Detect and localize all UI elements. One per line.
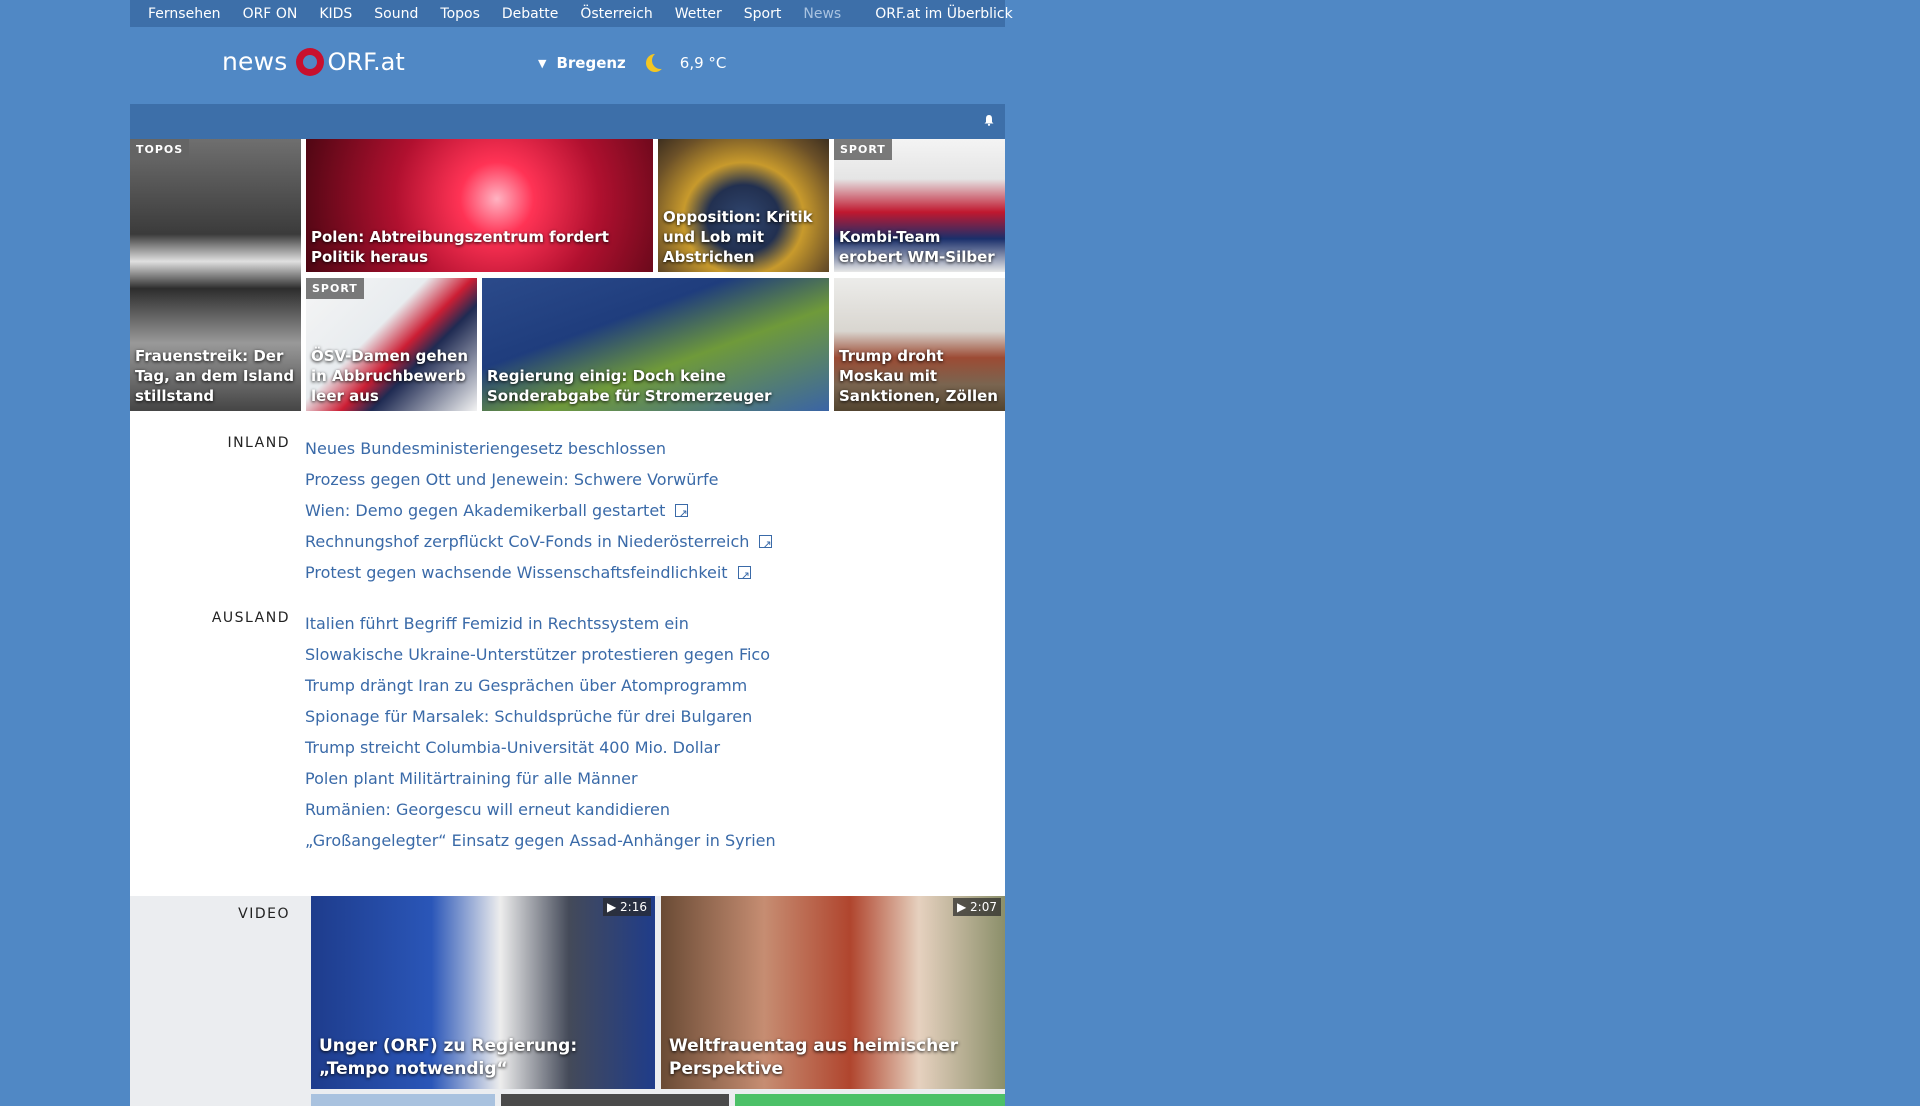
- section-inland: INLAND Neues Bundesministeriengesetz bes…: [130, 433, 1005, 591]
- nav-sport[interactable]: Sport: [744, 6, 782, 22]
- story-tile[interactable]: Opposition: Kritik und Lob mit Abstriche…: [658, 139, 829, 272]
- story-tile[interactable]: SPORT Kombi-Team erobert WM-Silber: [834, 139, 1005, 272]
- headlines-area: INLAND Neues Bundesministeriengesetz bes…: [130, 411, 1005, 896]
- headline-link[interactable]: Neues Bundesministeriengesetz beschlosse…: [305, 433, 772, 464]
- weather-location: Bregenz: [556, 54, 626, 72]
- video-tile[interactable]: ▶ 2:16 Unger (ORF) zu Regierung: „Tempo …: [311, 896, 655, 1089]
- video-tile[interactable]: ▶ 2:07 Weltfrauentag aus heimischer Pers…: [661, 896, 1005, 1089]
- headline-link[interactable]: Trump drängt Iran zu Gesprächen über Ato…: [305, 670, 776, 701]
- video-tile-partial[interactable]: [735, 1094, 1005, 1106]
- nav-orf-on[interactable]: ORF ON: [243, 6, 298, 22]
- nav-fernsehen[interactable]: Fernsehen: [148, 6, 221, 22]
- top-navigation: Fernsehen ORF ON KIDS Sound Topos Debatt…: [130, 0, 1013, 27]
- headline-link[interactable]: Italien führt Begriff Femizid in Rechtss…: [305, 608, 776, 639]
- top-stories-grid: TOPOS Frauenstreik: Der Tag, an dem Isla…: [130, 139, 1005, 411]
- headline-link[interactable]: Wien: Demo gegen Akademikerball gestarte…: [305, 495, 772, 529]
- story-caption: Kombi-Team erobert WM-Silber: [839, 228, 995, 266]
- headline-link[interactable]: Rechnungshof zerpflückt CoV-Fonds in Nie…: [305, 526, 773, 560]
- story-caption: Polen: Abtreibungszentrum fordert Politi…: [311, 228, 609, 266]
- headline-text: Rechnungshof zerpflückt CoV-Fonds in Nie…: [305, 532, 750, 551]
- section-ausland: AUSLAND Italien führt Begriff Femizid in…: [130, 608, 1005, 856]
- nav-news[interactable]: News: [803, 6, 841, 22]
- headline-link[interactable]: „Großangelegter“ Einsatz gegen Assad-Anh…: [305, 825, 776, 856]
- section-video: VIDEO ▶ 2:16 Unger (ORF) zu Regierung: „…: [130, 896, 1005, 1106]
- story-caption: Opposition: Kritik und Lob mit Abstriche…: [663, 208, 813, 266]
- headline-list: Neues Bundesministeriengesetz beschlosse…: [305, 433, 773, 591]
- notification-bar: [130, 104, 1005, 139]
- nav-overview[interactable]: ORF.at im Überblick: [875, 6, 1012, 22]
- nav-wetter[interactable]: Wetter: [675, 6, 722, 22]
- story-caption: Frauenstreik: Der Tag, an dem Island sti…: [135, 347, 295, 405]
- external-link-icon: [737, 560, 751, 591]
- headline-link[interactable]: Prozess gegen Ott und Jenewein: Schwere …: [305, 464, 772, 495]
- category-tag: TOPOS: [130, 139, 190, 160]
- header: news ORF.at ▼ Bregenz 6,9 °C: [130, 27, 1005, 104]
- video-tile-partial[interactable]: [501, 1094, 729, 1106]
- headline-text: Protest gegen wachsende Wissenschaftsfei…: [305, 563, 728, 582]
- nav-sound[interactable]: Sound: [374, 6, 418, 22]
- weather-temperature: 6,9 °C: [679, 54, 727, 72]
- story-caption: Trump droht Moskau mit Sanktionen, Zölle…: [839, 347, 998, 405]
- dropdown-triangle-icon: ▼: [538, 56, 547, 70]
- external-link-icon: [759, 529, 773, 560]
- section-label: INLAND: [227, 435, 290, 451]
- section-label: AUSLAND: [211, 610, 290, 626]
- story-tile[interactable]: TOPOS Frauenstreik: Der Tag, an dem Isla…: [130, 139, 301, 411]
- logo-news-text: news: [222, 47, 288, 76]
- headline-text: Wien: Demo gegen Akademikerball gestarte…: [305, 501, 666, 520]
- news-orf-logo[interactable]: news ORF.at: [222, 47, 405, 76]
- story-tile[interactable]: Trump droht Moskau mit Sanktionen, Zölle…: [834, 278, 1005, 411]
- story-tile[interactable]: Polen: Abtreibungszentrum fordert Politi…: [306, 139, 653, 272]
- external-link-icon: [675, 498, 689, 529]
- story-tile[interactable]: SPORT ÖSV-Damen gehen in Abbruchbewerb l…: [306, 278, 477, 411]
- orf-ring-icon: [295, 47, 324, 76]
- category-tag: SPORT: [306, 278, 364, 299]
- nav-kids[interactable]: KIDS: [319, 6, 352, 22]
- story-tile[interactable]: Regierung einig: Doch keine Sonderabgabe…: [482, 278, 829, 411]
- video-duration: ▶ 2:16: [603, 898, 651, 916]
- page: Fernsehen ORF ON KIDS Sound Topos Debatt…: [130, 0, 1013, 1106]
- headline-link[interactable]: Polen plant Militärtraining für alle Män…: [305, 763, 776, 794]
- nav-oesterreich[interactable]: Österreich: [580, 6, 652, 22]
- headline-link[interactable]: Spionage für Marsalek: Schuldsprüche für…: [305, 701, 776, 732]
- headline-link[interactable]: Slowakische Ukraine-Unterstützer protest…: [305, 639, 776, 670]
- headline-link[interactable]: Protest gegen wachsende Wissenschaftsfei…: [305, 557, 772, 591]
- story-caption: ÖSV-Damen gehen in Abbruchbewerb leer au…: [311, 347, 469, 405]
- headline-link[interactable]: Rumänien: Georgescu will erneut kandidie…: [305, 794, 776, 825]
- logo-orf-text: ORF.at: [327, 47, 405, 76]
- nav-debatte[interactable]: Debatte: [502, 6, 558, 22]
- headline-link[interactable]: Trump streicht Columbia-Universität 400 …: [305, 732, 776, 763]
- category-tag: SPORT: [834, 139, 892, 160]
- video-duration: ▶ 2:07: [953, 898, 1001, 916]
- section-label: VIDEO: [238, 906, 290, 922]
- video-caption: Unger (ORF) zu Regierung: „Tempo notwend…: [319, 1036, 578, 1079]
- nav-topos[interactable]: Topos: [440, 6, 479, 22]
- headline-list: Italien führt Begriff Femizid in Rechtss…: [305, 608, 776, 856]
- bell-icon[interactable]: [983, 114, 995, 126]
- story-caption: Regierung einig: Doch keine Sonderabgabe…: [487, 367, 772, 405]
- video-tile-partial[interactable]: [311, 1094, 495, 1106]
- moon-icon: [645, 52, 669, 72]
- weather-widget[interactable]: ▼ Bregenz 6,9 °C: [538, 52, 727, 72]
- video-caption: Weltfrauentag aus heimischer Perspektive: [669, 1036, 959, 1079]
- headline-text: Neues Bundesministeriengesetz beschlosse…: [305, 439, 666, 458]
- headline-text: Prozess gegen Ott und Jenewein: Schwere …: [305, 470, 719, 489]
